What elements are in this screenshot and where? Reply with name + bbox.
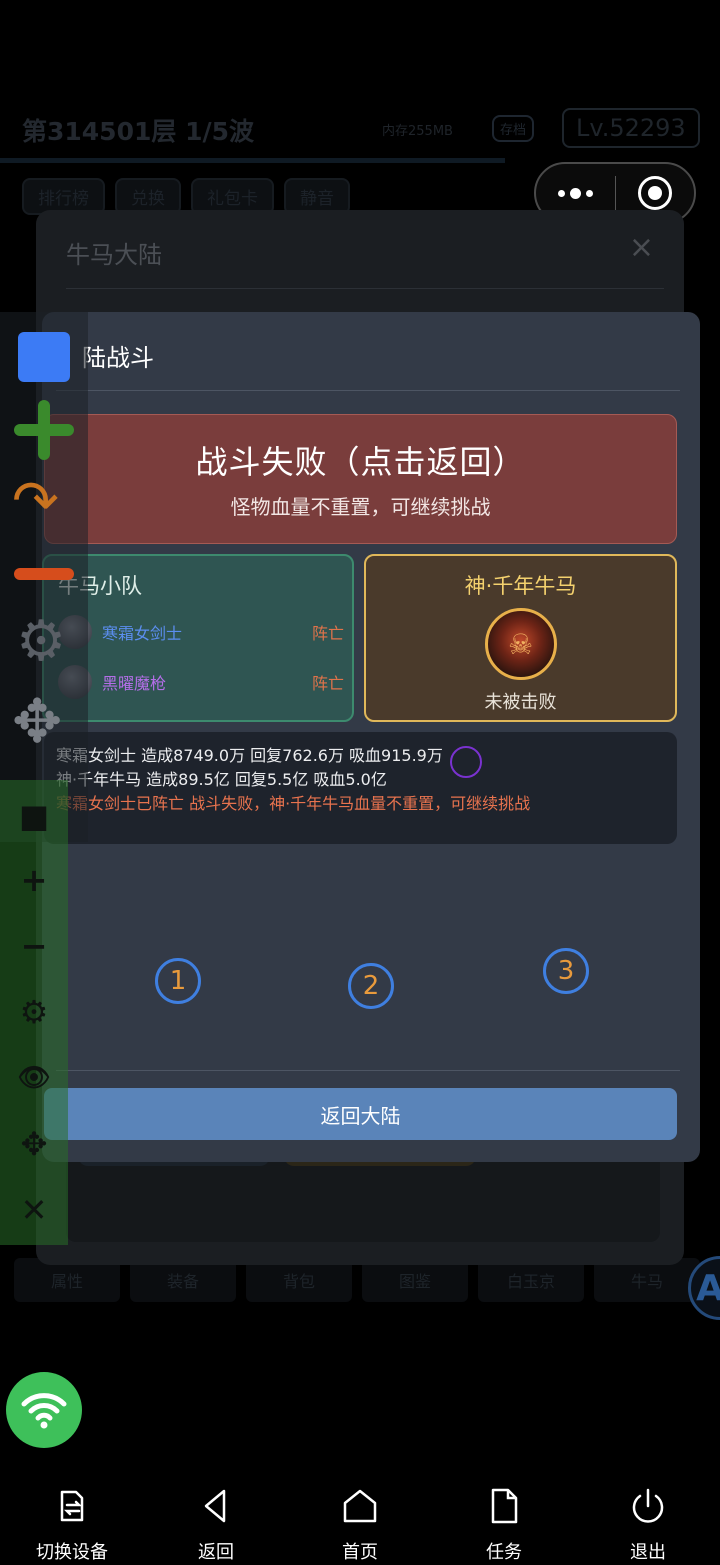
redo-arrow-icon[interactable]: ↷: [12, 472, 76, 532]
step-marker-3[interactable]: 3: [543, 948, 589, 994]
eye-icon[interactable]: 👁: [16, 1060, 52, 1096]
more-dot-icon: [585, 189, 593, 197]
touch-indicator: [450, 746, 482, 778]
minus-icon[interactable]: [14, 568, 74, 580]
secondary-toolbar: ■ + − ⚙ 👁 ✥ ✕: [0, 780, 68, 1245]
member-name: 寒霜女剑士: [102, 624, 183, 643]
memory-readout: 内存255MB: [382, 124, 453, 139]
close-icon[interactable]: ×: [629, 230, 654, 265]
more-dot-icon: [557, 189, 565, 197]
task-icon: [491, 1488, 518, 1524]
add-icon[interactable]: [14, 400, 74, 460]
battle-title: 陆战斗: [82, 344, 154, 372]
nav-task[interactable]: 任务: [432, 1480, 576, 1565]
level-badge: Lv.52293: [562, 108, 700, 148]
member-status: 阵亡: [311, 624, 344, 643]
result-sub-text: 怪物血量不重置，可继续挑战: [230, 495, 491, 519]
step-marker-2[interactable]: 2: [348, 963, 394, 1009]
switch-device-icon: [60, 1490, 84, 1522]
member-name: 黑曜魔枪: [102, 674, 167, 693]
floating-toolbar: ↷ ⚙ ✥: [0, 312, 88, 842]
log-line: 寒霜女剑士已阵亡 战斗失败，神·千年牛马血量不重置，可继续挑战: [56, 794, 531, 813]
move-icon[interactable]: ✥: [12, 692, 62, 752]
step-marker-1[interactable]: 1: [155, 958, 201, 1004]
move-icon[interactable]: ✥: [16, 1126, 52, 1162]
battle-log: 寒霜女剑士 造成8749.0万 回复762.6万 吸血915.9万 神·千年牛马…: [44, 732, 677, 844]
nav-label: 任务: [486, 1542, 522, 1563]
member-status: 阵亡: [311, 674, 344, 693]
dialog-title: 牛马大陆: [66, 241, 162, 269]
boss-name: 神·千年牛马: [464, 574, 577, 598]
result-main-text: 战斗失败（点击返回）: [195, 443, 526, 481]
return-continent-button[interactable]: 返回大陆: [44, 1088, 677, 1140]
wave-progress-bar: [0, 158, 505, 163]
nav-switch-device[interactable]: 切换设备: [0, 1480, 144, 1565]
nav-label: 切换设备: [36, 1542, 108, 1563]
battle-modal: 陆战斗 战斗失败（点击返回） 怪物血量不重置，可继续挑战 牛马小队 寒霜女剑士 …: [42, 312, 700, 1162]
boss-avatar: ☠: [484, 608, 557, 680]
boss-panel: 神·千年牛马 ☠ 未被击败: [364, 554, 677, 722]
team-member: 黑曜魔枪 阵亡: [58, 664, 344, 700]
nav-label: 返回: [198, 1542, 234, 1563]
log-line: 神·千年牛马 造成89.5亿 回复5.5亿 吸血5.0亿: [56, 770, 387, 789]
stop-icon[interactable]: ■: [16, 798, 52, 834]
back-icon: [204, 1489, 226, 1523]
save-button: 存档: [492, 115, 535, 142]
nav-exit[interactable]: 退出: [576, 1480, 720, 1565]
log-line: 寒霜女剑士 造成8749.0万 回复762.6万 吸血915.9万: [56, 746, 443, 765]
nav-label: 退出: [630, 1542, 666, 1563]
gear-icon[interactable]: ⚙: [16, 612, 66, 672]
nav-back[interactable]: 返回: [144, 1480, 288, 1565]
team-panel: 牛马小队 寒霜女剑士 阵亡 黑曜魔枪 阵亡: [42, 554, 354, 722]
bottom-nav: 切换设备 返回 首页 任务 退出: [0, 1480, 720, 1565]
divider: [56, 390, 680, 391]
target-icon: [637, 176, 672, 210]
home-icon: [343, 1489, 377, 1523]
battle-result-banner[interactable]: 战斗失败（点击返回） 怪物血量不重置，可继续挑战: [44, 414, 677, 544]
nav-label: 首页: [342, 1542, 378, 1563]
wifi-icon: [21, 1393, 67, 1429]
more-dot-icon: [569, 187, 581, 199]
record-square-button[interactable]: [18, 332, 70, 382]
wifi-float-button[interactable]: [6, 1372, 82, 1448]
floor-indicator: 第314501层 1/5波: [22, 117, 254, 146]
divider: [66, 288, 664, 289]
nav-home[interactable]: 首页: [288, 1480, 432, 1565]
team-member: 寒霜女剑士 阵亡: [58, 614, 344, 650]
minus-icon[interactable]: −: [16, 928, 52, 964]
close-icon[interactable]: ✕: [16, 1192, 52, 1228]
plus-icon[interactable]: +: [16, 862, 52, 898]
divider: [56, 1070, 680, 1071]
power-icon: [632, 1488, 664, 1523]
gear-icon[interactable]: ⚙: [16, 994, 52, 1030]
boss-status: 未被击败: [484, 692, 557, 713]
